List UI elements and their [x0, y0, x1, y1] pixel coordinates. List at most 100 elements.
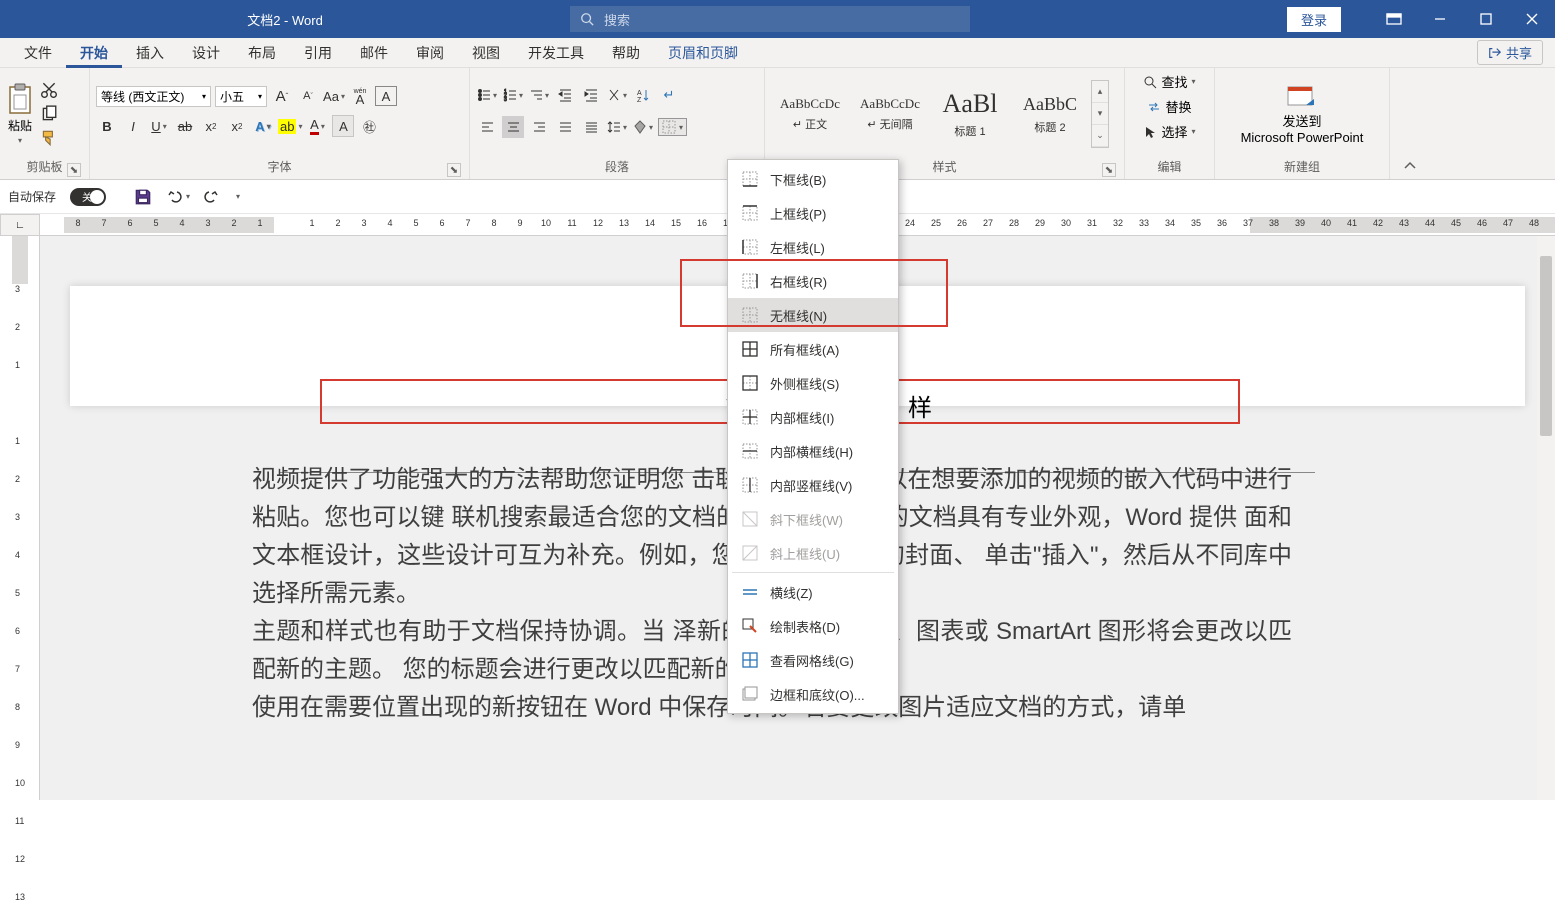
svg-text:3: 3	[504, 97, 507, 102]
menu-horizontal-line[interactable]: 横线(Z)	[728, 575, 898, 609]
tab-insert[interactable]: 插入	[122, 38, 178, 68]
menu-no-border[interactable]: 无框线(N)	[728, 298, 898, 332]
ribbon-display-button[interactable]	[1371, 0, 1417, 38]
change-case-button[interactable]: Aa	[323, 85, 345, 107]
phonetic-guide-button[interactable]: wénA	[349, 85, 371, 107]
tab-view[interactable]: 视图	[458, 38, 514, 68]
borders-dropdown-menu: 下框线(B) 上框线(P) 左框线(L) 右框线(R) 无框线(N) 所有框线(…	[727, 159, 899, 714]
style-nospacing[interactable]: AaBbCcDc↵ 无间隔	[851, 80, 929, 148]
strikethrough-button[interactable]: ab	[174, 115, 196, 137]
tab-review[interactable]: 审阅	[402, 38, 458, 68]
multilevel-button[interactable]	[528, 84, 550, 106]
tab-design[interactable]: 设计	[178, 38, 234, 68]
vertical-ruler[interactable]: 32112345678910111213	[0, 236, 40, 800]
tab-references[interactable]: 引用	[290, 38, 346, 68]
align-left-button[interactable]	[476, 116, 498, 138]
font-launcher[interactable]: ⬊	[447, 163, 461, 177]
align-center-button[interactable]	[502, 116, 524, 138]
powerpoint-icon	[1286, 83, 1318, 111]
paste-button[interactable]: 粘贴 ▾	[6, 83, 34, 145]
titlebar: 文档2 - Word 搜索 登录	[0, 0, 1555, 38]
tab-layout[interactable]: 布局	[234, 38, 290, 68]
style-normal[interactable]: AaBbCcDc↵ 正文	[771, 80, 849, 148]
menu-draw-table[interactable]: 绘制表格(D)	[728, 609, 898, 643]
menu-inside-v-border[interactable]: 内部竖框线(V)	[728, 468, 898, 502]
group-editing: 查找▾ 替换 选择▾ 编辑	[1125, 68, 1215, 179]
shrink-font-button[interactable]: Aˇ	[297, 85, 319, 107]
highlight-button[interactable]: ab	[278, 115, 302, 137]
select-button[interactable]: 选择▾	[1143, 122, 1195, 141]
close-button[interactable]	[1509, 0, 1555, 38]
underline-button[interactable]: U	[148, 115, 170, 137]
grow-font-button[interactable]: Aˆ	[271, 85, 293, 107]
send-to-powerpoint-button[interactable]: 发送到 Microsoft PowerPoint	[1241, 83, 1364, 145]
tab-mailings[interactable]: 邮件	[346, 38, 402, 68]
menu-right-border[interactable]: 右框线(R)	[728, 264, 898, 298]
qat-customize[interactable]: ▾	[236, 192, 240, 201]
shading-button[interactable]	[632, 116, 654, 138]
char-border-button[interactable]: A	[375, 86, 397, 106]
menu-outside-borders[interactable]: 外侧框线(S)	[728, 366, 898, 400]
find-button[interactable]: 查找▾	[1143, 72, 1195, 91]
style-heading1[interactable]: AaBl标题 1	[931, 80, 1009, 148]
replace-button[interactable]: 替换	[1147, 97, 1191, 116]
clipboard-launcher[interactable]: ⬊	[67, 163, 81, 177]
borders-button[interactable]: ▾	[658, 118, 687, 136]
save-icon[interactable]	[134, 188, 152, 206]
show-marks-button[interactable]: ↵	[658, 84, 680, 106]
collapse-ribbon-button[interactable]	[1390, 68, 1430, 179]
undo-button[interactable]: ▾	[166, 188, 190, 206]
decrease-indent-button[interactable]	[554, 84, 576, 106]
align-justify-button[interactable]	[554, 116, 576, 138]
line-spacing-button[interactable]	[606, 116, 628, 138]
format-painter-icon[interactable]	[40, 129, 58, 147]
menu-all-borders[interactable]: 所有框线(A)	[728, 332, 898, 366]
tab-home[interactable]: 开始	[66, 38, 122, 68]
tab-file[interactable]: 文件	[10, 38, 66, 68]
menu-left-border[interactable]: 左框线(L)	[728, 230, 898, 264]
align-distribute-button[interactable]	[580, 116, 602, 138]
menu-diag-down-border[interactable]: 斜下框线(W)	[728, 502, 898, 536]
asian-layout-button[interactable]	[606, 84, 628, 106]
font-size-combo[interactable]: 小五▾	[215, 86, 267, 107]
menu-bottom-border[interactable]: 下框线(B)	[728, 162, 898, 196]
tab-help[interactable]: 帮助	[598, 38, 654, 68]
style-heading2[interactable]: AaBbC标题 2	[1011, 80, 1089, 148]
minimize-button[interactable]	[1417, 0, 1463, 38]
redo-icon[interactable]	[204, 188, 222, 206]
vertical-scrollbar[interactable]	[1537, 236, 1555, 800]
superscript-button[interactable]: x2	[226, 115, 248, 137]
scrollbar-thumb[interactable]	[1540, 256, 1552, 436]
align-right-button[interactable]	[528, 116, 550, 138]
menu-view-gridlines[interactable]: 查看网格线(G)	[728, 643, 898, 677]
font-name-combo[interactable]: 等线 (西文正文)▾	[96, 86, 211, 107]
bullets-button[interactable]	[476, 84, 498, 106]
styles-launcher[interactable]: ⬊	[1102, 163, 1116, 177]
font-color-button[interactable]: A	[306, 115, 328, 137]
menu-top-border[interactable]: 上框线(P)	[728, 196, 898, 230]
increase-indent-button[interactable]	[580, 84, 602, 106]
sort-button[interactable]: AZ	[632, 84, 654, 106]
menu-diag-up-border[interactable]: 斜上框线(U)	[728, 536, 898, 570]
search-box[interactable]: 搜索	[570, 6, 970, 32]
tab-developer[interactable]: 开发工具	[514, 38, 598, 68]
numbering-button[interactable]: 123	[502, 84, 524, 106]
char-shading-button[interactable]: A	[332, 115, 354, 137]
italic-button[interactable]: I	[122, 115, 144, 137]
tab-header-footer[interactable]: 页眉和页脚	[654, 38, 752, 68]
text-effects-button[interactable]: A	[252, 115, 274, 137]
styles-scroll[interactable]: ▴▾⌄	[1091, 80, 1109, 148]
menu-inside-h-border[interactable]: 内部横框线(H)	[728, 434, 898, 468]
tab-selector[interactable]: ∟	[0, 214, 40, 236]
maximize-button[interactable]	[1463, 0, 1509, 38]
copy-icon[interactable]	[40, 105, 58, 123]
share-button[interactable]: 共享	[1477, 40, 1543, 65]
svg-text:A: A	[637, 90, 642, 97]
enclose-char-button[interactable]: ㊓	[358, 115, 380, 137]
cut-icon[interactable]	[40, 81, 58, 99]
subscript-button[interactable]: x2	[200, 115, 222, 137]
menu-inside-borders[interactable]: 内部框线(I)	[728, 400, 898, 434]
bold-button[interactable]: B	[96, 115, 118, 137]
login-button[interactable]: 登录	[1287, 7, 1341, 32]
menu-borders-shading[interactable]: 边框和底纹(O)...	[728, 677, 898, 711]
